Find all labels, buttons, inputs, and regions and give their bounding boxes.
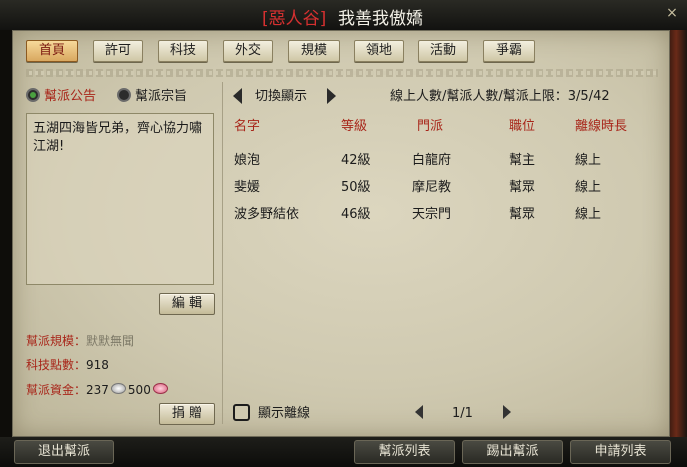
member-name[interactable]: 娘泡 [234, 153, 260, 169]
member-level: 42級 [341, 153, 371, 168]
guild-funds-row: 幫派資金：237 500 [26, 382, 170, 398]
kick-member-button[interactable]: 踢出幫派 [462, 440, 563, 464]
member-role: 幫眾 [509, 207, 536, 222]
background-scenery [669, 30, 687, 440]
switch-display-label: 切換顯示 [255, 89, 308, 104]
guild-name-title: 我善我傲嬌 [338, 9, 423, 29]
col-header-role[interactable]: 職位 [509, 119, 535, 135]
switch-next-arrow-icon[interactable] [327, 88, 336, 104]
tab-territory[interactable]: 領地 [354, 40, 404, 62]
leave-guild-button[interactable]: 退出幫派 [14, 440, 114, 464]
column-divider [222, 82, 223, 424]
radio-announcement-label: 幫派公告 [44, 89, 97, 104]
tab-permission[interactable]: 許可 [93, 40, 143, 62]
col-header-level[interactable]: 等級 [341, 119, 367, 135]
donate-button[interactable]: 捐 贈 [159, 403, 215, 425]
member-role: 幫眾 [509, 180, 536, 195]
member-name[interactable]: 波多野結依 [234, 207, 299, 223]
col-header-school[interactable]: 門派 [417, 119, 443, 135]
member-level: 46級 [341, 207, 371, 222]
radio-purpose[interactable]: 幫派宗旨 [117, 88, 187, 106]
radio-announcement[interactable]: 幫派公告 [26, 88, 96, 106]
silver-coin-icon [110, 383, 126, 394]
funds-silver-value: 237 [86, 383, 109, 397]
scale-value: 默默無聞 [86, 334, 135, 348]
online-count-value: 3/5/42 [567, 89, 610, 104]
announcement-text: 五湖四海皆兄弟，齊心協力嘯江湖! [26, 113, 214, 285]
decorative-border-inner [26, 71, 658, 75]
member-school: 摩尼教 [412, 180, 452, 195]
col-header-offline-time[interactable]: 離線時長 [575, 119, 627, 135]
col-header-name[interactable]: 名字 [234, 119, 260, 135]
member-status: 線上 [575, 153, 602, 168]
tech-points-row: 科技點數：918 [26, 357, 109, 373]
show-offline-checkbox[interactable] [233, 404, 250, 421]
radio-selected-icon [26, 88, 40, 102]
member-role: 幫主 [509, 153, 536, 168]
member-name[interactable]: 斐媛 [234, 180, 260, 196]
radio-purpose-label: 幫派宗旨 [135, 89, 188, 104]
show-offline-label: 顯示離線 [258, 406, 311, 421]
member-school: 白龍府 [412, 153, 452, 168]
page-indicator: 1/1 [452, 406, 473, 421]
funds-label: 幫派資金： [26, 383, 87, 397]
tech-value: 918 [86, 358, 109, 372]
tab-technology[interactable]: 科技 [158, 40, 208, 62]
close-icon[interactable]: × [663, 4, 681, 22]
guild-list-button[interactable]: 幫派列表 [354, 440, 455, 464]
radio-unselected-icon [117, 88, 131, 102]
pink-coin-icon [152, 383, 168, 394]
switch-prev-arrow-icon[interactable] [233, 88, 242, 104]
member-status: 線上 [575, 180, 602, 195]
online-count-caption: 線上人數/幫派人數/幫派上限： [390, 89, 568, 104]
scale-label: 幫派規模： [26, 334, 87, 348]
title-bar: [惡人谷] 我善我傲嬌 × [0, 0, 687, 30]
guild-tag: [惡人谷] [262, 9, 327, 29]
tech-label: 科技點數： [26, 358, 87, 372]
page-next-arrow-icon[interactable] [503, 405, 511, 419]
tab-home[interactable]: 首頁 [26, 40, 78, 62]
member-school: 天宗門 [412, 207, 452, 222]
tab-diplomacy[interactable]: 外交 [223, 40, 273, 62]
member-level: 50級 [341, 180, 371, 195]
online-count-label: 線上人數/幫派人數/幫派上限：3/5/42 [390, 89, 610, 105]
tab-scale[interactable]: 規模 [288, 40, 340, 62]
tab-contest[interactable]: 爭霸 [483, 40, 535, 62]
page-prev-arrow-icon[interactable] [415, 405, 423, 419]
tab-activity[interactable]: 活動 [418, 40, 468, 62]
guild-scale-row: 幫派規模：默默無聞 [26, 333, 134, 349]
edit-button[interactable]: 編 輯 [159, 293, 215, 315]
member-status: 線上 [575, 207, 602, 222]
application-list-button[interactable]: 申請列表 [570, 440, 671, 464]
funds-pink-value: 500 [127, 383, 151, 397]
